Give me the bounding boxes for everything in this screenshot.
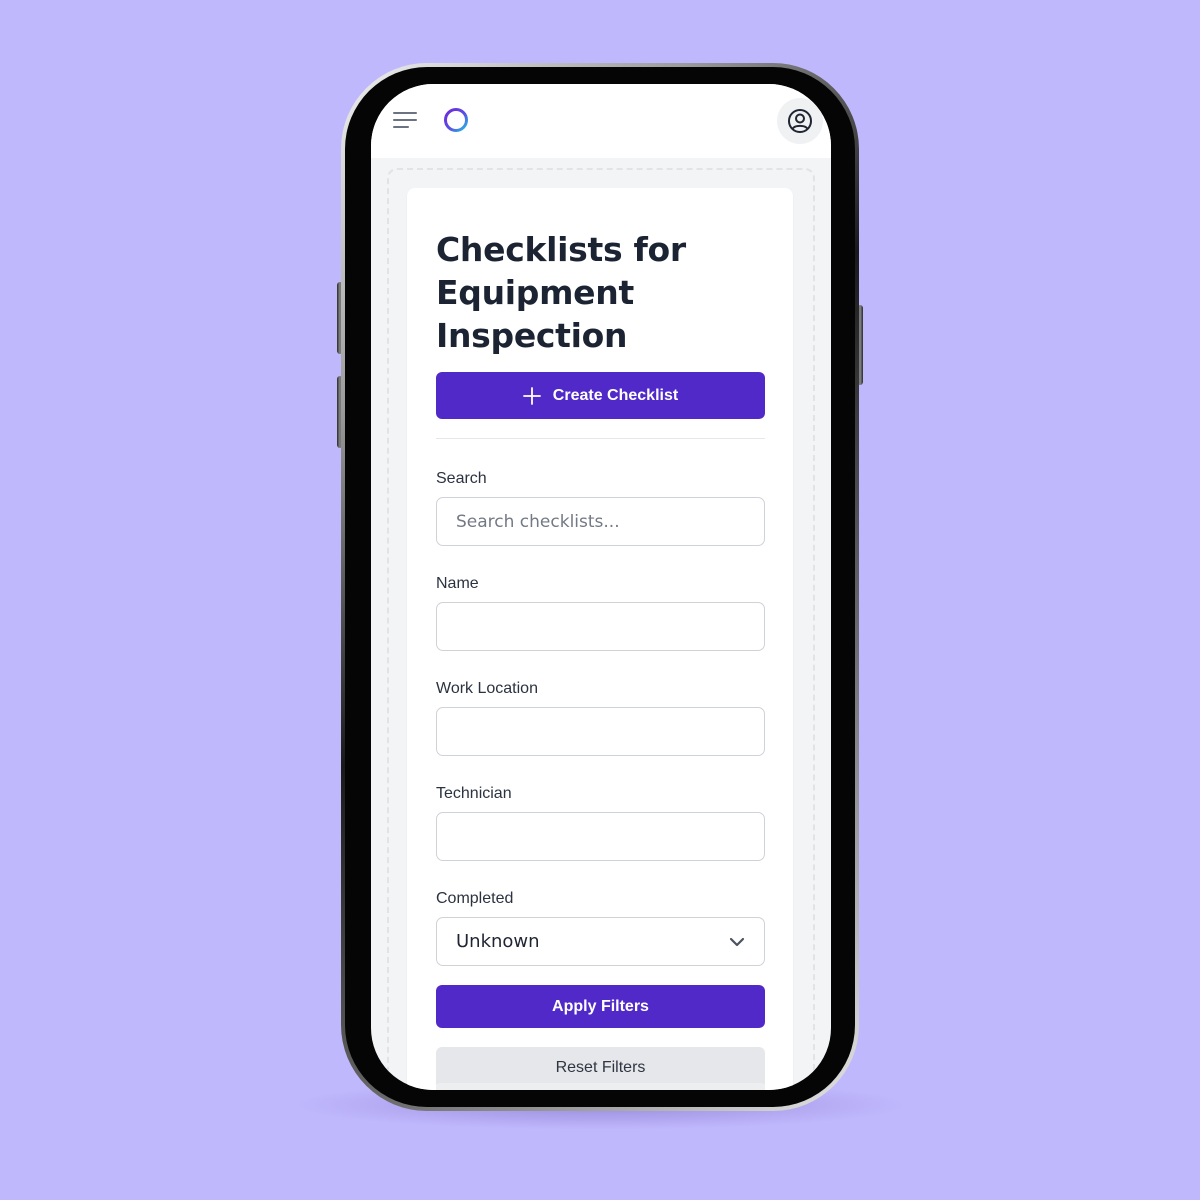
phone-frame: Checklists for Equipment Inspection Crea… [341,63,859,1111]
stage: Checklists for Equipment Inspection Crea… [0,0,1200,1200]
technician-input[interactable] [436,812,765,861]
reset-filters-label: Reset Filters [555,1059,646,1076]
phone-bezel: Checklists for Equipment Inspection Crea… [345,67,855,1107]
filters-card: Checklists for Equipment Inspection Crea… [407,188,793,1090]
create-checklist-button[interactable]: Create Checklist [436,372,765,419]
apply-filters-button[interactable]: Apply Filters [436,985,765,1028]
completed-label: Completed [436,890,514,907]
chevron-down-icon [729,937,745,946]
work-location-label: Work Location [436,680,538,697]
ring-logo-icon[interactable] [443,107,469,133]
completed-field: Completed Unknown [436,889,765,966]
top-app-bar [371,84,831,158]
search-label: Search [436,470,487,487]
profile-button[interactable] [777,98,823,144]
completed-selected-value: Unknown [456,931,540,952]
name-input[interactable] [436,602,765,651]
create-checklist-label: Create Checklist [552,386,679,404]
completed-select[interactable]: Unknown [436,917,765,966]
name-field: Name [436,574,765,651]
name-label: Name [436,575,479,592]
search-field: Search Search checklists... [436,469,765,546]
next-card-edge [436,1083,765,1090]
work-location-field: Work Location [436,679,765,756]
divider [436,438,765,439]
page-title: Checklists for Equipment Inspection [436,230,686,355]
technician-label: Technician [436,785,512,802]
search-input[interactable]: Search checklists... [436,497,765,546]
phone-screen: Checklists for Equipment Inspection Crea… [371,84,831,1090]
work-location-input[interactable] [436,707,765,756]
technician-field: Technician [436,784,765,861]
user-circle-icon [788,109,812,133]
apply-filters-label: Apply Filters [552,997,649,1015]
search-placeholder: Search checklists... [456,511,620,532]
hamburger-menu-icon[interactable] [393,111,417,129]
plus-icon [522,386,541,405]
